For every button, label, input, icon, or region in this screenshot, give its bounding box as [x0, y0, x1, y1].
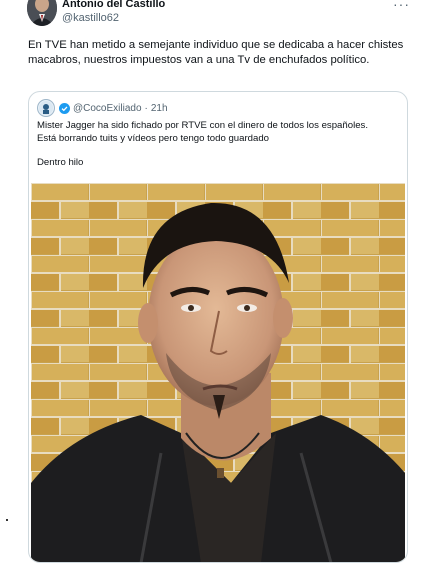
quoted-tweet[interactable]: @CocoExiliado · 21h Mister Jagger ha sid… — [28, 91, 408, 563]
quoted-author-handle[interactable]: @CocoExiliado — [73, 103, 142, 114]
quoted-tweet-header: @CocoExiliado · 21h — [37, 99, 168, 117]
quoted-avatar-image — [39, 101, 53, 115]
tweet-text: En TVE han metido a semejante individuo … — [28, 39, 404, 66]
quoted-timestamp[interactable]: 21h — [151, 103, 168, 114]
author-name-row: Antonio del Castillo — [62, 0, 165, 10]
author-handle[interactable]: @kastillo62 — [62, 12, 119, 24]
tweet-container: Antonio del Castillo @kastillo62 ··· En … — [0, 0, 424, 563]
more-options-icon[interactable]: ··· — [393, 0, 410, 12]
author-avatar-image — [27, 0, 57, 26]
quoted-separator: · — [144, 102, 148, 114]
quoted-tweet-text: Mister Jagger ha sido fichado por RTVE c… — [37, 119, 399, 169]
quoted-text-line-1: Mister Jagger ha sido fichado por RTVE c… — [37, 120, 368, 131]
quoted-text-line-3: Dentro hilo — [37, 157, 84, 168]
quoted-author-avatar[interactable] — [37, 99, 55, 117]
quoted-media-photo[interactable] — [31, 183, 405, 563]
author-name[interactable]: Antonio del Castillo — [62, 0, 165, 10]
side-marker — [6, 519, 8, 521]
quoted-text-line-2: Está borrando tuits y vídeos pero tengo … — [37, 133, 270, 144]
author-avatar[interactable] — [27, 0, 57, 26]
verified-badge-icon — [59, 102, 70, 114]
